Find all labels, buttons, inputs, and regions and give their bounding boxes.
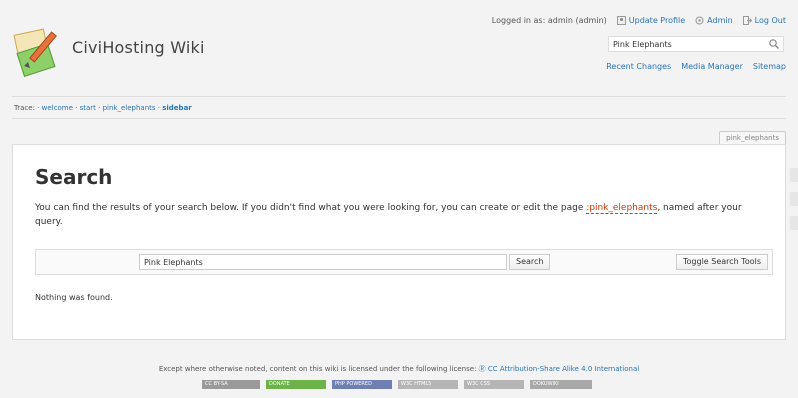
- media-manager-link[interactable]: Media Manager: [681, 62, 743, 71]
- badge-donate[interactable]: DONATE: [266, 380, 326, 389]
- badge-html5[interactable]: W3C HTML5: [398, 380, 458, 389]
- breadcrumb-current[interactable]: sidebar: [162, 104, 192, 112]
- search-button[interactable]: Search: [509, 254, 551, 270]
- profile-icon: [616, 16, 626, 25]
- logout-icon: [742, 16, 752, 25]
- toggle-search-tools-button[interactable]: Toggle Search Tools: [676, 254, 768, 270]
- search-intro: You can find the results of your search …: [35, 201, 765, 229]
- breadcrumb-sep: ·: [75, 104, 78, 112]
- page-content: Search You can find the results of your …: [12, 144, 786, 340]
- breadcrumb-welcome[interactable]: welcome: [42, 104, 73, 112]
- breadcrumb-sep: ·: [98, 104, 101, 112]
- page-tools: [790, 168, 798, 240]
- admin-link[interactable]: Admin: [695, 16, 733, 25]
- edit-page-tool[interactable]: [790, 168, 798, 182]
- badge-dokuwiki[interactable]: DOKUWIKI: [530, 380, 592, 389]
- breadcrumb-divider: [12, 118, 786, 119]
- create-page-link[interactable]: :pink_elephants: [586, 203, 658, 214]
- breadcrumb-label: Trace:: [14, 104, 35, 112]
- update-profile-link[interactable]: Update Profile: [616, 16, 686, 25]
- badge-css[interactable]: W3C CSS: [464, 380, 524, 389]
- logged-in-user: Logged in as: admin (admin): [491, 16, 607, 25]
- breadcrumb-sep: ·: [157, 104, 160, 112]
- breadcrumb-start[interactable]: start: [80, 104, 96, 112]
- license-text: Except where otherwise noted, content on…: [158, 365, 477, 373]
- logout-link[interactable]: Log Out: [742, 16, 786, 25]
- update-profile-label: Update Profile: [628, 16, 686, 25]
- breadcrumb-pink-elephants[interactable]: pink_elephants: [103, 104, 156, 112]
- user-tools: Logged in as: admin (admin) Update Profi…: [492, 16, 786, 25]
- breadcrumb: Trace: · welcome · start · pink_elephant…: [14, 104, 192, 112]
- admin-label: Admin: [707, 16, 733, 25]
- search-icon[interactable]: [768, 38, 780, 50]
- wiki-logo-icon[interactable]: [10, 22, 66, 78]
- logout-label: Log Out: [754, 16, 786, 25]
- cc-icon: Ⓡ: [478, 365, 486, 373]
- wiki-title[interactable]: CiviHosting Wiki: [72, 38, 205, 57]
- gear-icon: [695, 16, 704, 25]
- revisions-tool[interactable]: [790, 192, 798, 206]
- search-result-message: Nothing was found.: [35, 293, 113, 302]
- badge-cc[interactable]: CC BY-SA: [202, 380, 260, 389]
- recent-changes-link[interactable]: Recent Changes: [606, 62, 671, 71]
- license-link[interactable]: CC Attribution-Share Alike 4.0 Internati…: [488, 365, 639, 373]
- badge-php[interactable]: PHP POWERED: [332, 380, 392, 389]
- page-title: Search: [35, 165, 113, 189]
- page-id: pink_elephants: [719, 131, 786, 144]
- sitemap-link[interactable]: Sitemap: [753, 62, 786, 71]
- backlinks-tool[interactable]: [790, 216, 798, 230]
- query-input[interactable]: [139, 254, 507, 270]
- footer-badges: CC BY-SA DONATE PHP POWERED W3C HTML5 W3…: [202, 380, 592, 389]
- license-info: Except where otherwise noted, content on…: [0, 364, 798, 374]
- site-tools: Recent Changes Media Manager Sitemap: [606, 62, 786, 71]
- intro-text-before: You can find the results of your search …: [35, 203, 587, 213]
- search-form: Search Toggle Search Tools: [35, 249, 773, 275]
- search-input[interactable]: [608, 36, 784, 52]
- breadcrumb-sep: ·: [37, 104, 40, 112]
- header-divider: [12, 96, 786, 97]
